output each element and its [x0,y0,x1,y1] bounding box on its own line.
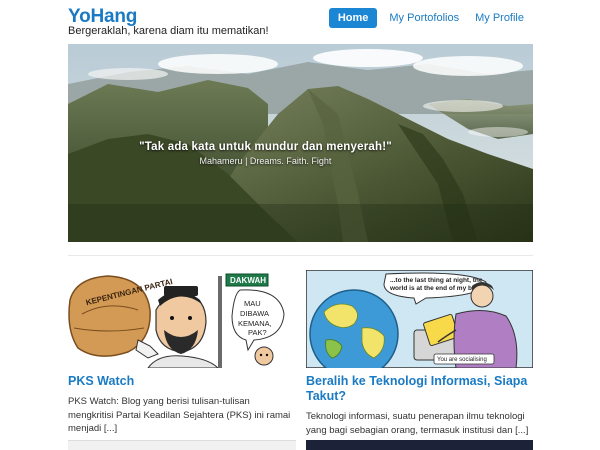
nav-item-home[interactable]: Home [328,8,378,28]
bubble-text-4: PAK? [248,328,267,337]
bubble-text-2: DIBAWA [240,309,269,318]
post-thumbnail[interactable]: ...to the last thing at night, the world… [306,270,533,368]
bubble-line-1: ...to the last thing at night, the [390,277,483,284]
next-post-thumbnail[interactable] [306,440,533,450]
post-card: ...to the last thing at night, the world… [306,270,533,437]
post-excerpt: PKS Watch: Blog yang berisi tulisan-tuli… [68,396,291,434]
sign-label: DAKWAH [230,276,266,285]
hero-quote: "Tak ada kata untuk mundur dan menyerah!… [139,141,392,153]
post-thumbnail[interactable]: KEPENTINGAN PARTAI DAKWAH MAU DIBAWA KEM… [68,270,296,368]
post-card: KEPENTINGAN PARTAI DAKWAH MAU DIBAWA KEM… [68,270,296,436]
bubble-line-2: world is at the end of my bed! [389,285,482,292]
site-tagline: Bergeraklah, karena diam itu mematikan! [68,25,269,37]
political-cartoon-image: KEPENTINGAN PARTAI DAKWAH MAU DIBAWA KEM… [68,270,296,368]
post-title-link[interactable]: Beralih ke Teknologi Informasi, Siapa Ta… [306,374,533,404]
post-title-link[interactable]: PKS Watch [68,374,296,389]
post-excerpt: Teknologi informasi, suatu penerapan ilm… [306,411,529,436]
hero-caption: Mahameru | Dreams. Faith. Fight [199,156,332,166]
site-header: YoHang Bergeraklah, karena diam itu mema… [0,0,600,44]
hero-banner: "Tak ada kata untuk mundur dan menyerah!… [68,44,533,242]
bubble-text-1: MAU [244,299,261,308]
nav-item-profile[interactable]: My Profile [467,8,532,28]
technology-cartoon-image: ...to the last thing at night, the world… [306,270,533,368]
content-divider [68,255,533,256]
bubble-text-3: KEMANA, [238,319,272,328]
cartoon-caption: You are socialising [437,357,487,363]
next-post-thumbnail[interactable] [68,440,296,450]
nav-item-portfolios[interactable]: My Portofolios [381,8,467,28]
main-nav: Home My Portofolios My Profile [328,8,532,28]
